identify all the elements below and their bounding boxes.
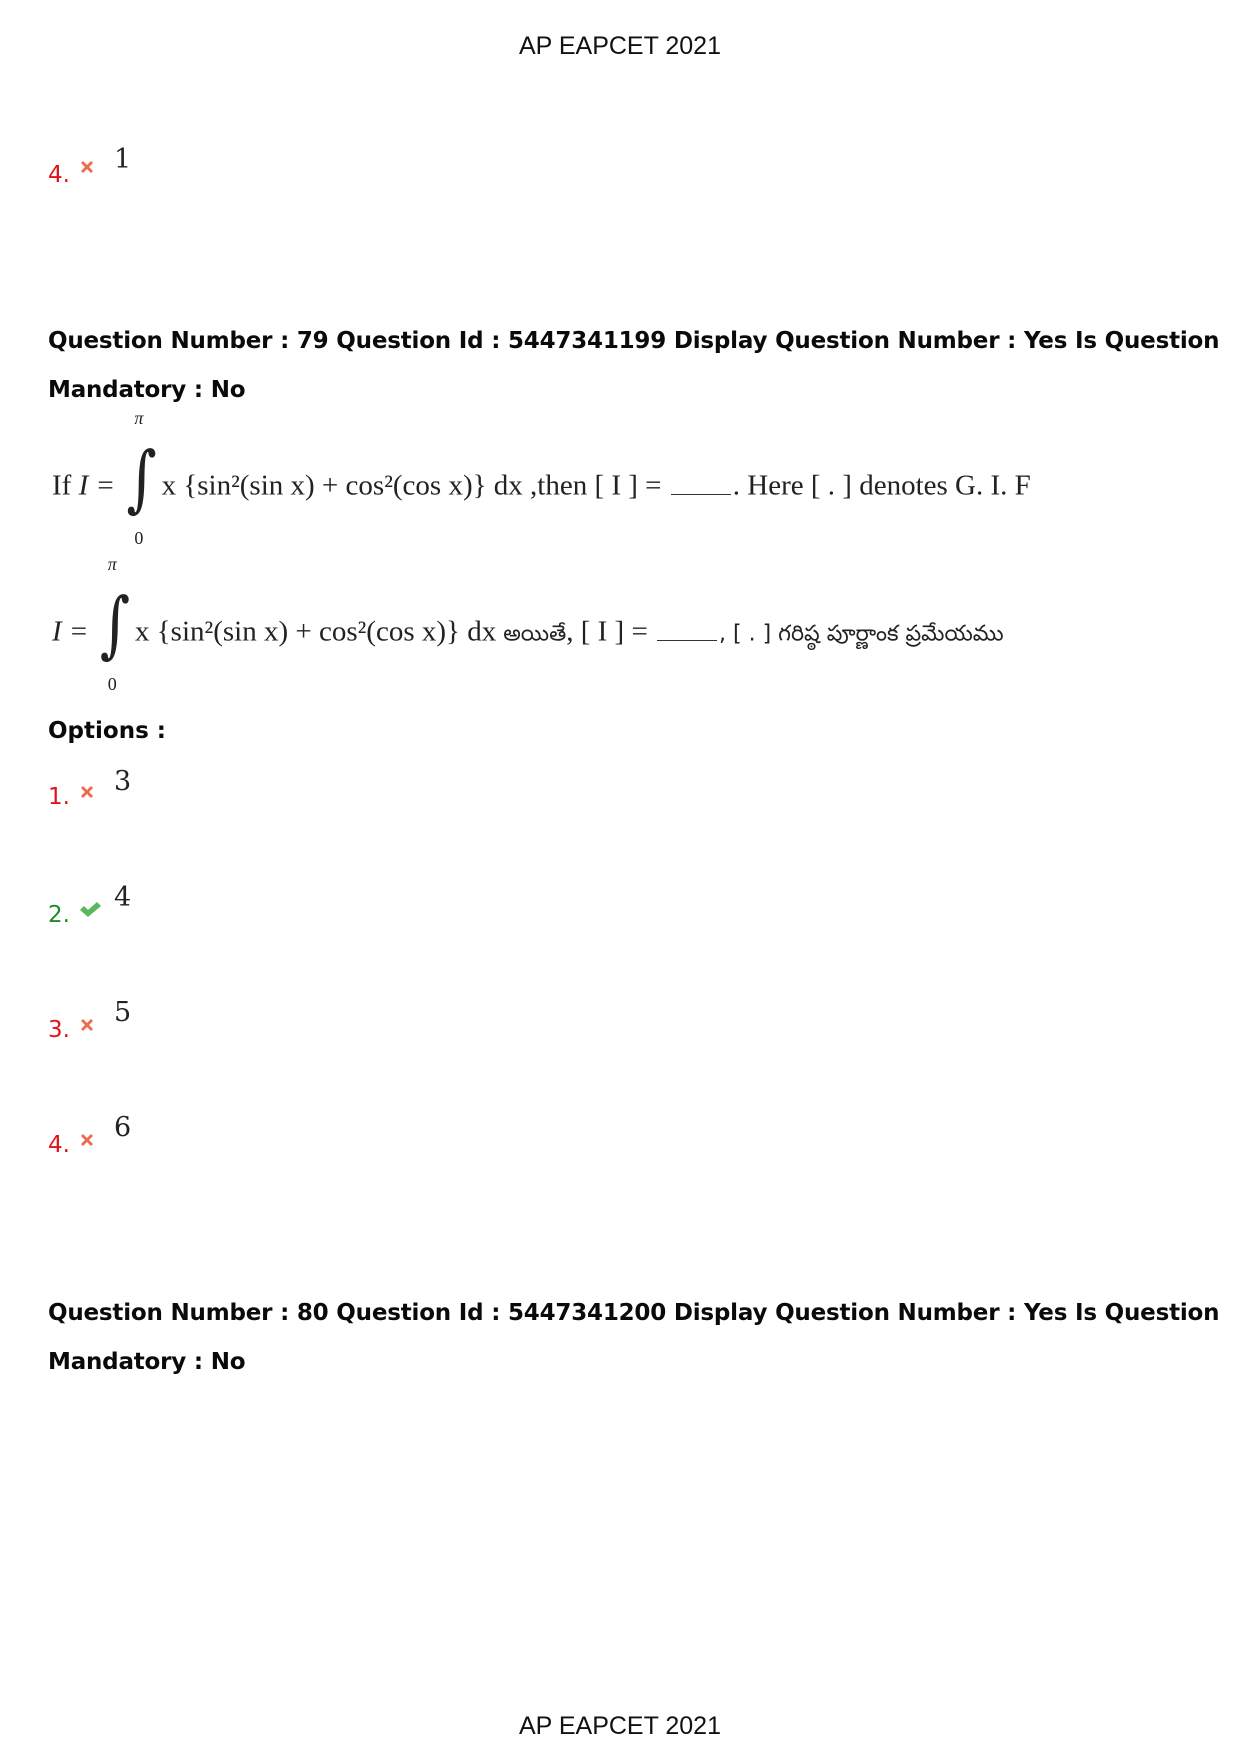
integral-lower-limit: 0 xyxy=(107,674,117,694)
integral-sign: ∫ π 0 xyxy=(126,408,157,548)
formula-suffix: . Here [ . ] denotes G. I. F xyxy=(732,469,1031,502)
integral-lower-limit: 0 xyxy=(134,528,144,548)
page-header: AP EAPCET 2021 xyxy=(519,32,721,60)
question-79-meta-line-1: Question Number : 79 Question Id : 54473… xyxy=(48,328,1220,354)
option-number: 3. xyxy=(48,1017,70,1043)
question-80-header: Question Number : 80 Question Id : 54473… xyxy=(48,1289,1228,1387)
option-number: 1. xyxy=(48,784,70,810)
option-number: 2. xyxy=(48,902,70,928)
formula-integrand: x {sin²(sin x) + cos²(cos x)} dx xyxy=(134,615,497,648)
formula-suffix: , [ . ] గరిష్ఠ పూర్ణాంక ప్రమేయము xyxy=(719,621,1004,647)
integral-upper-limit: π xyxy=(107,554,117,574)
integral-sign: ∫ π 0 xyxy=(99,554,130,694)
answer-blank xyxy=(670,476,731,495)
telugu-word-if: అయితే xyxy=(496,621,567,647)
question-79-telugu-text: I = ∫ π 0 x {sin²(sin x) + cos²(cos x)} … xyxy=(52,554,1004,694)
formula-middle: ,then [ I ] = xyxy=(522,469,669,502)
cross-icon xyxy=(78,158,96,176)
formula-integrand: x {sin²(sin x) + cos²(cos x)} dx xyxy=(161,469,523,502)
option-value: 3 xyxy=(114,766,132,797)
cross-icon xyxy=(78,1016,96,1034)
page-footer: AP EAPCET 2021 xyxy=(519,1712,721,1740)
formula-middle: , [ I ] = xyxy=(566,615,656,648)
option-value: 5 xyxy=(114,997,132,1028)
cross-icon xyxy=(78,1131,96,1149)
option-value: 6 xyxy=(114,1112,132,1143)
check-icon xyxy=(78,900,102,918)
formula-lhs: I = xyxy=(52,615,89,648)
question-79-header: Question Number : 79 Question Id : 54473… xyxy=(48,317,1228,415)
options-label: Options : xyxy=(48,718,166,744)
question-79-english-text: If I = ∫ π 0 x {sin²(sin x) + cos²(cos x… xyxy=(52,408,1031,548)
option-number: 4. xyxy=(48,1132,70,1158)
formula-prefix: If xyxy=(52,469,79,502)
option-number: 4. xyxy=(48,162,70,188)
option-value: 4 xyxy=(114,882,132,913)
option-value: 1 xyxy=(114,144,132,175)
cross-icon xyxy=(78,783,96,801)
question-80-meta-line-2: Mandatory : No xyxy=(48,1349,246,1375)
answer-blank xyxy=(657,622,718,641)
question-80-meta-line-1: Question Number : 80 Question Id : 54473… xyxy=(48,1300,1220,1326)
formula-lhs: I = xyxy=(78,469,116,502)
question-79-meta-line-2: Mandatory : No xyxy=(48,377,246,403)
integral-upper-limit: π xyxy=(134,408,144,428)
